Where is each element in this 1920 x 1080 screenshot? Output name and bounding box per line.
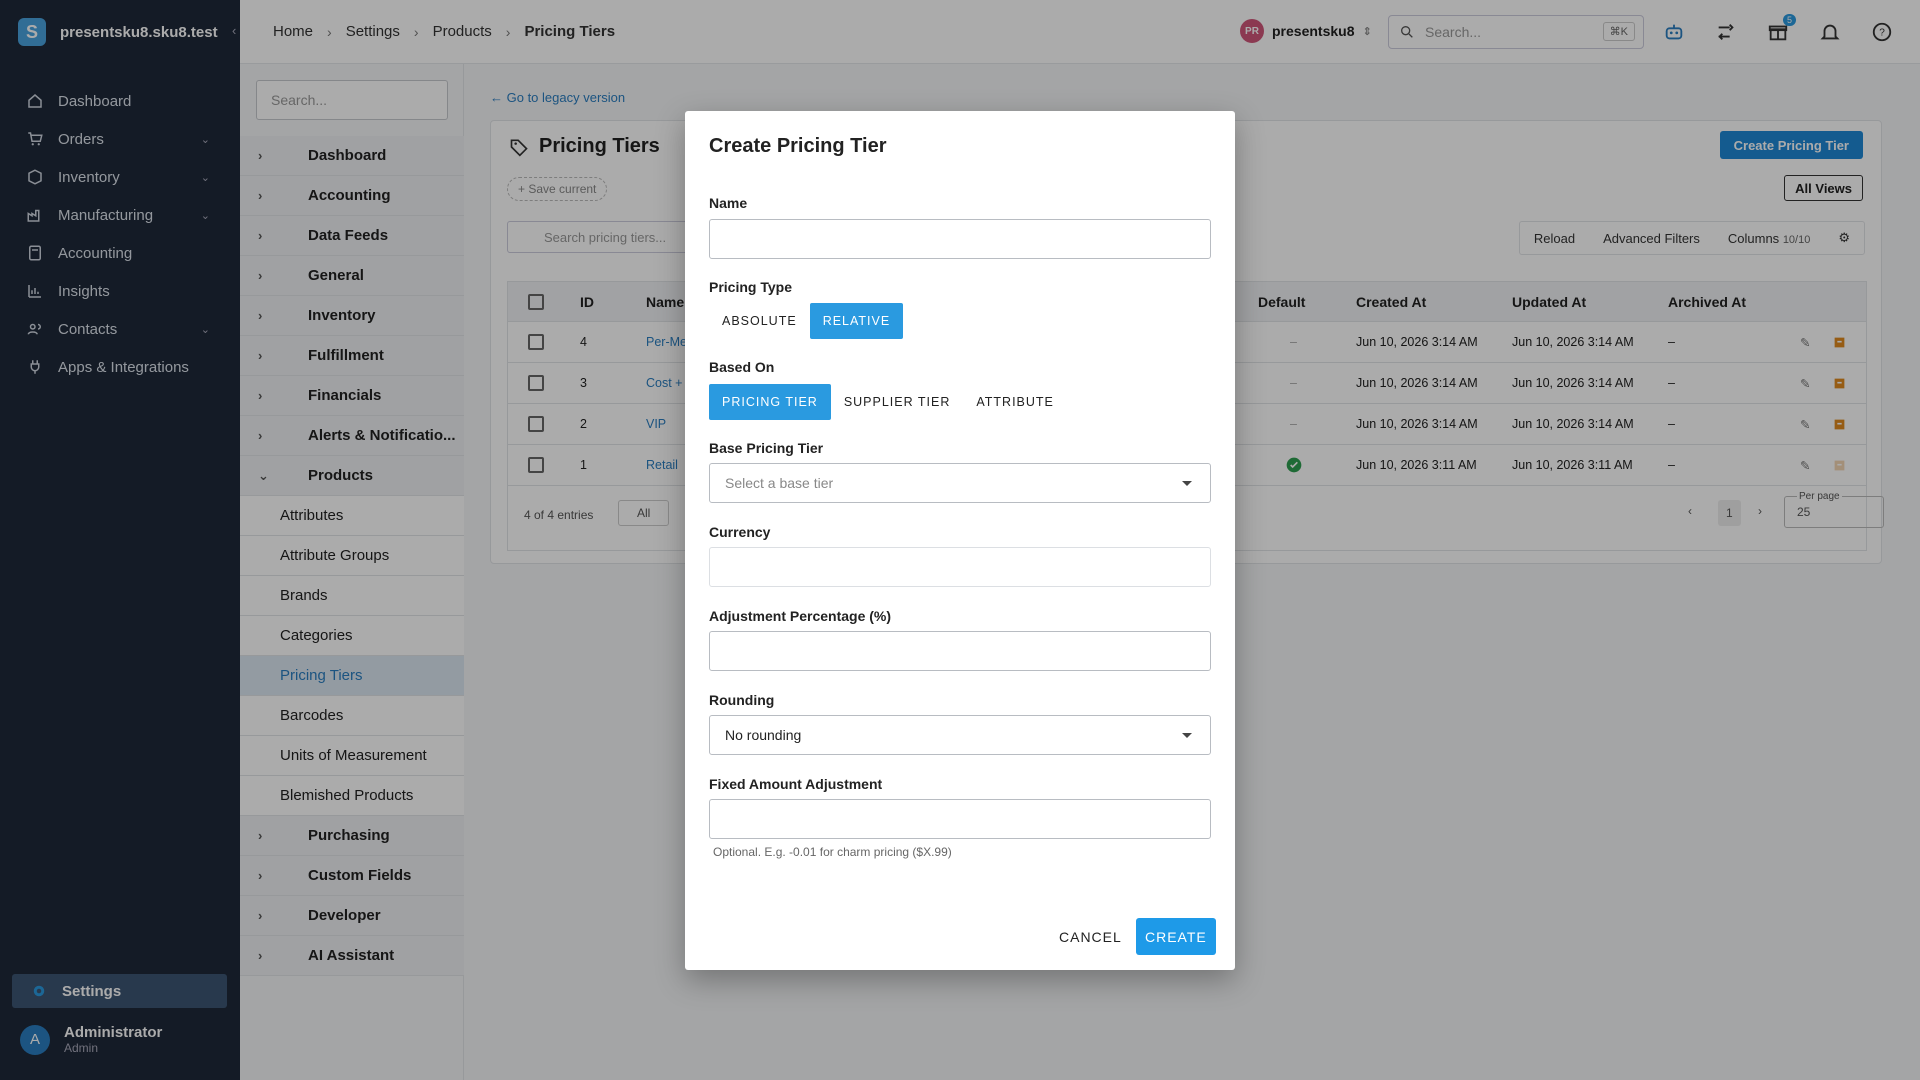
cancel-button[interactable]: CANCEL: [1049, 919, 1132, 955]
based-on-toggle: PRICING TIER SUPPLIER TIER ATTRIBUTE: [709, 384, 1067, 420]
based-on-attribute-option[interactable]: ATTRIBUTE: [963, 384, 1067, 420]
dropdown-arrow-icon: [1182, 481, 1192, 486]
pricing-type-toggle: ABSOLUTE RELATIVE: [709, 303, 904, 339]
based-on-pricing-tier-option[interactable]: PRICING TIER: [709, 384, 831, 420]
fixed-amount-label: Fixed Amount Adjustment: [709, 776, 883, 792]
name-input[interactable]: [709, 219, 1211, 259]
pricing-type-label: Pricing Type: [709, 279, 792, 295]
pricing-type-relative-option[interactable]: RELATIVE: [809, 303, 904, 339]
based-on-supplier-tier-option[interactable]: SUPPLIER TIER: [831, 384, 964, 420]
rounding-label: Rounding: [709, 692, 775, 708]
base-tier-label: Base Pricing Tier: [709, 440, 824, 456]
fixed-amount-help: Optional. E.g. -0.01 for charm pricing (…: [713, 845, 952, 859]
name-label: Name: [709, 195, 748, 211]
base-tier-placeholder: Select a base tier: [725, 475, 834, 491]
currency-label: Currency: [709, 524, 771, 540]
currency-input[interactable]: [709, 547, 1211, 587]
adjustment-label: Adjustment Percentage (%): [709, 608, 892, 624]
pricing-type-absolute-option[interactable]: ABSOLUTE: [709, 303, 810, 339]
create-pricing-tier-dialog: Create Pricing Tier Name Pricing Type AB…: [685, 111, 1235, 970]
dropdown-arrow-icon: [1182, 733, 1192, 738]
based-on-label: Based On: [709, 359, 775, 375]
dialog-title: Create Pricing Tier: [709, 135, 887, 157]
fixed-amount-input[interactable]: [709, 799, 1211, 839]
rounding-select[interactable]: No rounding: [709, 715, 1211, 755]
base-tier-select[interactable]: Select a base tier: [709, 463, 1211, 503]
rounding-value: No rounding: [725, 727, 802, 743]
create-button[interactable]: CREATE: [1136, 918, 1216, 955]
adjustment-percentage-input[interactable]: [709, 631, 1211, 671]
